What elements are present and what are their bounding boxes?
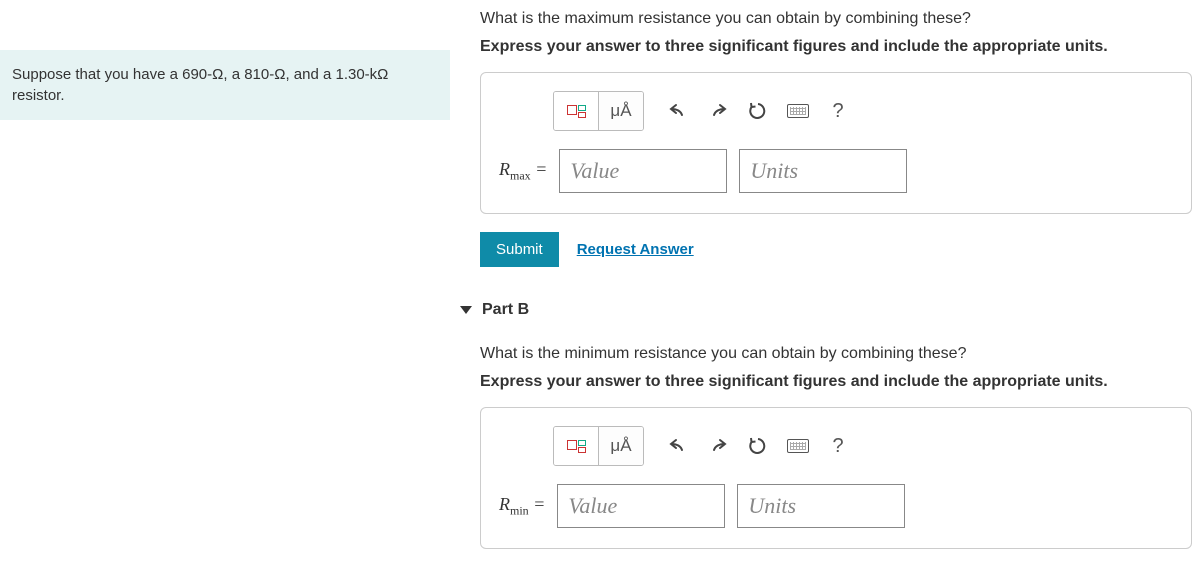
toolbar-a: μÅ ? — [553, 91, 1177, 131]
variable-label-a: Rmax = — [495, 159, 547, 184]
part-b-title: Part B — [482, 301, 529, 319]
part-b-answer-box: μÅ ? Rmin = — [480, 407, 1192, 549]
help-button-b[interactable]: ? — [818, 428, 858, 464]
caret-down-icon — [460, 306, 472, 314]
keyboard-button-b[interactable] — [778, 428, 818, 464]
redo-button[interactable] — [698, 93, 738, 129]
undo-button-b[interactable] — [658, 428, 698, 464]
keyboard-icon — [787, 104, 809, 118]
units-input-a[interactable] — [739, 149, 907, 193]
reset-button-b[interactable] — [738, 428, 778, 464]
special-chars-button[interactable]: μÅ — [599, 92, 643, 130]
problem-context: Suppose that you have a 690-Ω, a 810-Ω, … — [0, 50, 450, 120]
templates-icon — [567, 440, 586, 453]
part-b-instruction: Express your answer to three significant… — [480, 373, 1192, 391]
part-b-header[interactable]: Part B — [460, 301, 1192, 319]
left-column: Suppose that you have a 690-Ω, a 810-Ω, … — [0, 0, 460, 549]
templates-button[interactable] — [554, 92, 598, 130]
button-row-a: Submit Request Answer — [480, 232, 1192, 267]
submit-button-a[interactable]: Submit — [480, 232, 559, 267]
part-a-question: What is the maximum resistance you can o… — [480, 10, 1192, 28]
part-b-question: What is the minimum resistance you can o… — [480, 345, 1192, 363]
tool-group-b: μÅ — [553, 426, 644, 466]
units-input-b[interactable] — [737, 484, 905, 528]
tool-group-a: μÅ — [553, 91, 644, 131]
value-input-b[interactable] — [557, 484, 725, 528]
templates-button-b[interactable] — [554, 427, 598, 465]
special-chars-button-b[interactable]: μÅ — [599, 427, 643, 465]
help-button[interactable]: ? — [818, 93, 858, 129]
value-input-a[interactable] — [559, 149, 727, 193]
variable-label-b: Rmin = — [495, 494, 545, 519]
undo-button[interactable] — [658, 93, 698, 129]
keyboard-button[interactable] — [778, 93, 818, 129]
input-row-a: Rmax = — [495, 149, 1177, 193]
redo-button-b[interactable] — [698, 428, 738, 464]
keyboard-icon — [787, 439, 809, 453]
right-column: What is the maximum resistance you can o… — [460, 0, 1200, 549]
input-row-b: Rmin = — [495, 484, 1177, 528]
part-a-answer-box: μÅ ? Rmax = — [480, 72, 1192, 214]
page-container: Suppose that you have a 690-Ω, a 810-Ω, … — [0, 0, 1200, 549]
toolbar-b: μÅ ? — [553, 426, 1177, 466]
request-answer-link-a[interactable]: Request Answer — [577, 241, 694, 258]
reset-button[interactable] — [738, 93, 778, 129]
part-a-instruction: Express your answer to three significant… — [480, 38, 1192, 56]
templates-icon — [567, 105, 586, 118]
